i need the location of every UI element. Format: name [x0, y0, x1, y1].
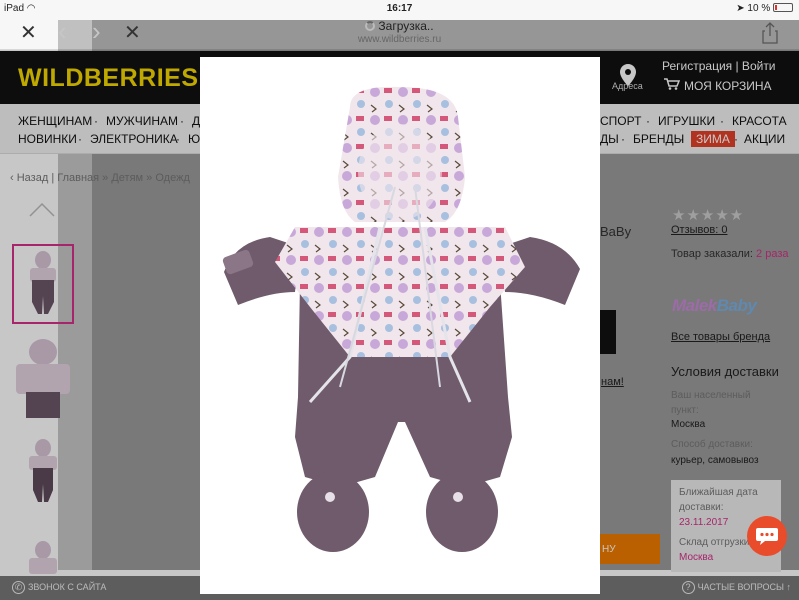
share-icon[interactable] — [762, 22, 778, 44]
location-arrow-icon: ➤ — [736, 3, 745, 14]
status-time: 16:17 — [386, 3, 413, 14]
ios-status-bar: iPad ◠ 16:17 ➤ 10 % — [0, 0, 799, 18]
chat-bubble-icon — [756, 528, 778, 545]
image-zoom-modal[interactable] — [200, 57, 600, 594]
product-image — [222, 86, 580, 552]
chat-button[interactable] — [747, 516, 787, 556]
battery-icon — [773, 3, 793, 12]
page-root: iPad ◠ 16:17 ➤ 10 % ✕ ‹ › ✕ Загрузка.. w… — [0, 0, 799, 600]
page-title: Загрузка.. — [378, 19, 434, 33]
status-right: ➤ 10 % — [736, 3, 793, 14]
address-bar[interactable]: www.wildberries.ru — [0, 34, 799, 45]
browser-toolbar: ✕ ‹ › ✕ Загрузка.. www.wildberries.ru — [0, 18, 799, 570]
page-title-bar: Загрузка.. — [0, 19, 799, 33]
loading-spinner-icon — [365, 21, 376, 31]
battery-percent: 10 % — [747, 3, 771, 14]
